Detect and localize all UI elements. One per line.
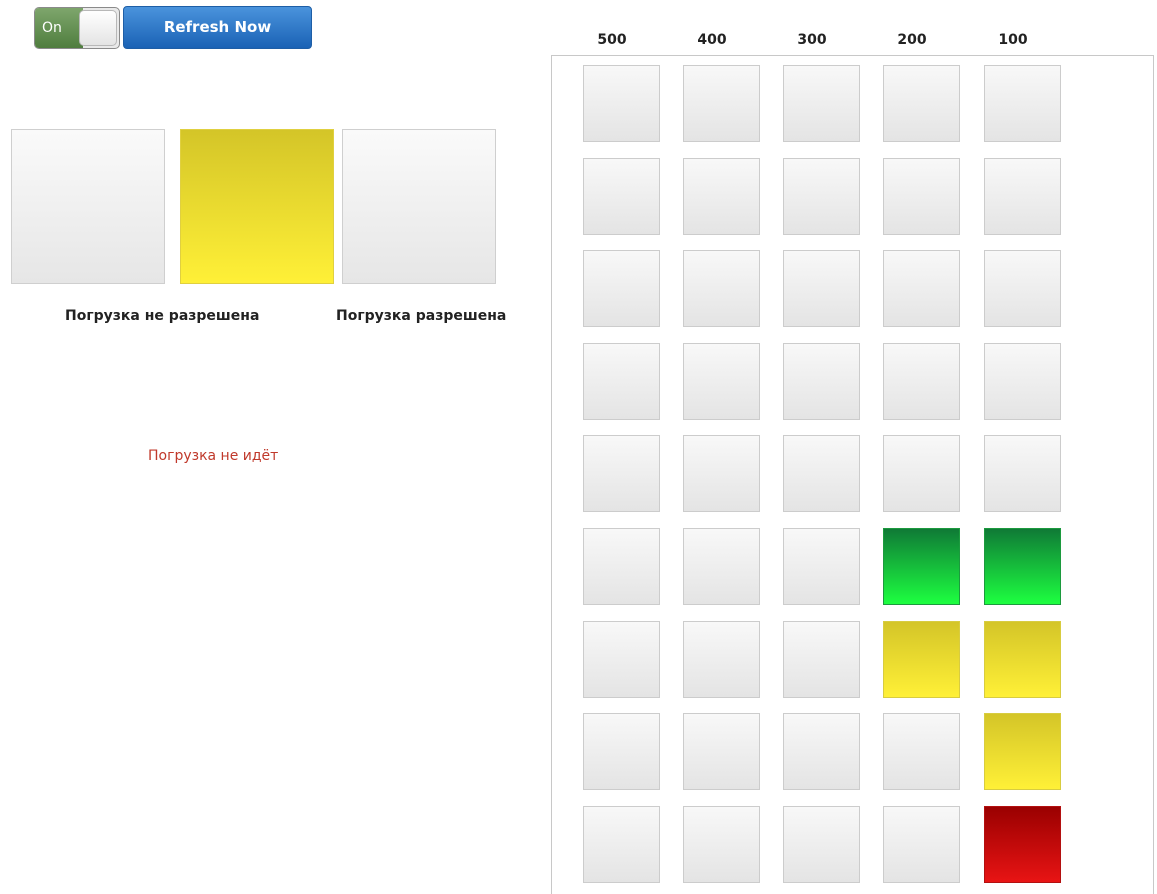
grid-cell-r8-c400 — [683, 713, 760, 790]
grid-cell-r5-c400 — [683, 435, 760, 512]
grid-cell-r9-c200 — [883, 806, 960, 883]
grid-cell-r6-c500 — [583, 528, 660, 605]
column-header-200: 200 — [897, 32, 927, 48]
column-header-400: 400 — [697, 32, 727, 48]
grid-cell-r7-c100 — [984, 621, 1061, 698]
grid-cell-r3-c500 — [583, 250, 660, 327]
grid-cell-r8-c200 — [883, 713, 960, 790]
grid-cell-r4-c100 — [984, 343, 1061, 420]
indicator-current — [180, 129, 334, 284]
grid-cell-r6-c300 — [783, 528, 860, 605]
grid-cell-r1-c500 — [583, 65, 660, 142]
grid-cell-r8-c300 — [783, 713, 860, 790]
grid-cell-r6-c400 — [683, 528, 760, 605]
grid-cell-r3-c300 — [783, 250, 860, 327]
silo-grid-panel — [551, 55, 1154, 894]
grid-cell-r2-c300 — [783, 158, 860, 235]
grid-cell-r9-c500 — [583, 806, 660, 883]
indicator-not-allowed — [11, 129, 165, 284]
grid-cell-r4-c200 — [883, 343, 960, 420]
grid-cell-r1-c400 — [683, 65, 760, 142]
column-header-300: 300 — [797, 32, 827, 48]
indicator-allowed — [342, 129, 496, 284]
column-header-100: 100 — [998, 32, 1028, 48]
caption-allowed: Погрузка разрешена — [336, 308, 507, 324]
grid-cell-r5-c100 — [984, 435, 1061, 512]
grid-cell-r7-c200 — [883, 621, 960, 698]
toggle-on-label: On — [35, 8, 83, 48]
grid-cell-r9-c400 — [683, 806, 760, 883]
grid-cell-r5-c300 — [783, 435, 860, 512]
grid-cell-r6-c200 — [883, 528, 960, 605]
grid-cell-r7-c500 — [583, 621, 660, 698]
grid-cell-r2-c500 — [583, 158, 660, 235]
grid-cell-r5-c200 — [883, 435, 960, 512]
grid-cell-r2-c400 — [683, 158, 760, 235]
toggle-knob[interactable] — [79, 10, 117, 46]
grid-cell-r3-c200 — [883, 250, 960, 327]
grid-cell-r1-c300 — [783, 65, 860, 142]
grid-cell-r4-c300 — [783, 343, 860, 420]
grid-cell-r7-c300 — [783, 621, 860, 698]
grid-cell-r3-c100 — [984, 250, 1061, 327]
grid-cell-r9-c300 — [783, 806, 860, 883]
grid-cell-r3-c400 — [683, 250, 760, 327]
grid-cell-r7-c400 — [683, 621, 760, 698]
refresh-now-button[interactable]: Refresh Now — [123, 6, 312, 49]
grid-cell-r1-c200 — [883, 65, 960, 142]
grid-cell-r8-c500 — [583, 713, 660, 790]
grid-cell-r4-c500 — [583, 343, 660, 420]
grid-cell-r6-c100 — [984, 528, 1061, 605]
loading-status-text: Погрузка не идёт — [148, 448, 279, 464]
grid-cell-r5-c500 — [583, 435, 660, 512]
grid-cell-r1-c100 — [984, 65, 1061, 142]
grid-cell-r8-c100 — [984, 713, 1061, 790]
grid-cell-r4-c400 — [683, 343, 760, 420]
grid-cell-r9-c100 — [984, 806, 1061, 883]
grid-cell-r2-c100 — [984, 158, 1061, 235]
caption-not-allowed: Погрузка не разрешена — [65, 308, 260, 324]
column-header-500: 500 — [597, 32, 627, 48]
grid-cell-r2-c200 — [883, 158, 960, 235]
auto-refresh-toggle[interactable]: On — [34, 7, 120, 49]
